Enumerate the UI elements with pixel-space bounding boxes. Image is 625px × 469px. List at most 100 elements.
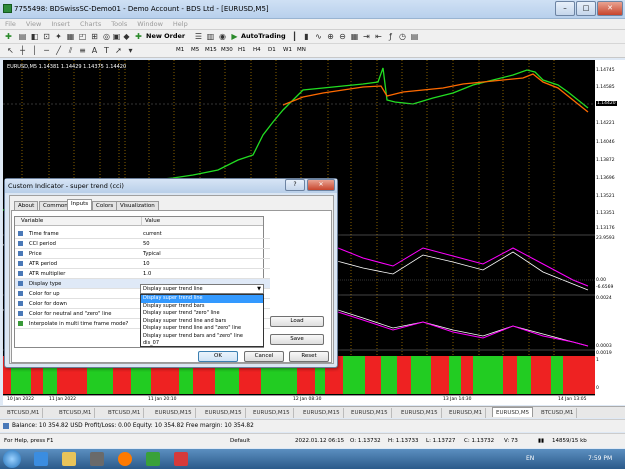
timeframe-mn[interactable]: MN (297, 47, 306, 53)
signals-icon[interactable]: ◎ (102, 32, 111, 41)
new-order-button[interactable]: New Order (146, 32, 185, 40)
metaeditor-icon[interactable]: ◆ (122, 32, 131, 41)
param-row[interactable]: Time frame current (15, 229, 270, 239)
param-row[interactable]: Price Typical (15, 249, 270, 259)
timeframe-w1[interactable]: W1 (283, 47, 292, 53)
navigator-icon[interactable]: ✦ (54, 32, 63, 41)
timeframe-h4[interactable]: H4 (253, 47, 261, 53)
close-button[interactable]: ✕ (597, 1, 623, 16)
cursor-icon[interactable]: ↖ (6, 46, 15, 55)
chevron-down-icon[interactable]: ▼ (257, 285, 261, 293)
cancel-button[interactable]: Cancel (244, 351, 284, 362)
menu-tools[interactable]: Tools (106, 19, 132, 28)
chart-tab[interactable]: BTCUSD,M1 (56, 408, 96, 418)
line-chart-icon[interactable]: ∿ (314, 32, 323, 41)
ok-button[interactable]: OK (198, 351, 238, 362)
autotrading-button[interactable]: AutoTrading (241, 32, 286, 40)
market-watch-icon[interactable]: ◧ (30, 32, 39, 41)
param-row[interactable]: ATR period 10 (15, 259, 270, 269)
indicators-icon[interactable]: ƒ (386, 32, 395, 41)
ie-icon[interactable] (34, 452, 48, 466)
chart-tab[interactable]: EURUSD,M15 (348, 408, 392, 418)
menu-window[interactable]: Window (132, 19, 168, 28)
fibonacci-icon[interactable]: ≡ (78, 46, 87, 55)
templates-icon[interactable]: ▤ (410, 32, 419, 41)
options-icon[interactable]: ☰ (194, 32, 203, 41)
dropdown-option[interactable]: Display super trend "zero" line (141, 310, 263, 318)
maximize-button[interactable]: □ (576, 1, 596, 16)
chart-tab[interactable]: EURUSD,M15 (250, 408, 294, 418)
tab-colors[interactable]: Colors (92, 201, 118, 210)
timeframe-m15[interactable]: M15 (205, 47, 217, 53)
market-icon[interactable]: ▣ (112, 32, 121, 41)
dialog-help-button[interactable]: ? (285, 179, 305, 191)
chart-tab-active[interactable]: EURUSD,M5 (492, 407, 534, 417)
language-indicator[interactable]: EN (526, 455, 534, 462)
param-row[interactable]: CCI period 50 (15, 239, 270, 249)
dropdown-option[interactable]: Display super trend bars and "zero" line (141, 333, 263, 341)
dropdown-option[interactable]: dis_07 (141, 340, 263, 348)
more-icon[interactable]: ▾ (126, 46, 135, 55)
firefox-icon[interactable] (118, 452, 132, 466)
dropdown-option[interactable]: Display super trend bars (141, 303, 263, 311)
horizontal-line-icon[interactable]: ─ (42, 46, 51, 55)
tab-visualization[interactable]: Visualization (116, 201, 159, 210)
new-order-icon[interactable]: ✚ (134, 32, 143, 41)
minimize-button[interactable]: – (555, 1, 575, 16)
trendline-icon[interactable]: ╱ (54, 46, 63, 55)
clock[interactable]: 7:59 PM (588, 455, 612, 462)
periods-icon[interactable]: ◷ (398, 32, 407, 41)
app-icon-red[interactable] (174, 452, 188, 466)
terminal-icon[interactable]: ▦ (66, 32, 75, 41)
autotrading-icon[interactable]: ▶ (230, 32, 239, 41)
zoom-out-icon[interactable]: ⊖ (338, 32, 347, 41)
timeframe-m30[interactable]: M30 (221, 47, 233, 53)
channel-icon[interactable]: ⫽ (66, 46, 75, 55)
reset-button[interactable]: Reset (289, 351, 329, 362)
media-icon[interactable] (90, 452, 104, 466)
chart-tab[interactable]: BTCUSD,M1 (105, 408, 145, 418)
menu-file[interactable]: File (0, 19, 21, 28)
chart-settings-icon[interactable]: ⊞ (90, 32, 99, 41)
alerts-icon[interactable]: ◉ (218, 32, 227, 41)
chart-shift-icon[interactable]: ⇤ (374, 32, 383, 41)
load-button[interactable]: Load (270, 316, 324, 327)
dropdown-option[interactable]: Display super trend line (141, 295, 263, 303)
timeframe-m1[interactable]: M1 (176, 47, 184, 53)
tab-inputs[interactable]: Inputs (67, 199, 93, 210)
vertical-line-icon[interactable]: │ (30, 46, 39, 55)
tile-windows-icon[interactable]: ▦ (350, 32, 359, 41)
arrows-icon[interactable]: ➚ (114, 46, 123, 55)
timeframe-m5[interactable]: M5 (191, 47, 199, 53)
menu-view[interactable]: View (21, 19, 46, 28)
bar-chart-icon[interactable]: ┃ (290, 32, 299, 41)
crosshair-icon[interactable]: ┼ (18, 46, 27, 55)
save-button[interactable]: Save (270, 334, 324, 345)
tab-about[interactable]: About (14, 201, 39, 210)
dialog-close-button[interactable]: ✕ (307, 179, 335, 191)
strategy-tester-icon[interactable]: ◰ (78, 32, 87, 41)
autoscroll-icon[interactable]: ⇥ (362, 32, 371, 41)
menu-charts[interactable]: Charts (75, 19, 106, 28)
zoom-in-icon[interactable]: ⊕ (326, 32, 335, 41)
data-window-icon[interactable]: ⊡ (42, 32, 51, 41)
chart-tab[interactable]: BTCUSD,M1 (4, 408, 44, 418)
display-type-combo[interactable]: Display super trend line ▼ (140, 284, 264, 294)
candlestick-icon[interactable]: ▮ (302, 32, 311, 41)
menu-help[interactable]: Help (168, 19, 193, 28)
new-chart-icon[interactable]: ✚ (4, 32, 13, 41)
metatrader-icon[interactable] (146, 452, 160, 466)
menu-insert[interactable]: Insert (46, 19, 75, 28)
history-icon[interactable]: ▥ (206, 32, 215, 41)
timeframe-h1[interactable]: H1 (238, 47, 246, 53)
chart-tab[interactable]: EURUSD,M15 (398, 408, 442, 418)
chart-tab[interactable]: EURUSD,M1 (446, 408, 487, 418)
explorer-icon[interactable] (62, 452, 76, 466)
start-button[interactable] (3, 450, 21, 468)
dropdown-option[interactable]: Display super trend line and bars (141, 318, 263, 326)
chart-tab[interactable]: EURUSD,M15 (300, 408, 344, 418)
param-row[interactable]: ATR multiplier 1.0 (15, 269, 270, 279)
timeframe-d1[interactable]: D1 (268, 47, 276, 53)
text-icon[interactable]: A (90, 46, 99, 55)
profiles-icon[interactable]: ▤ (18, 32, 27, 41)
